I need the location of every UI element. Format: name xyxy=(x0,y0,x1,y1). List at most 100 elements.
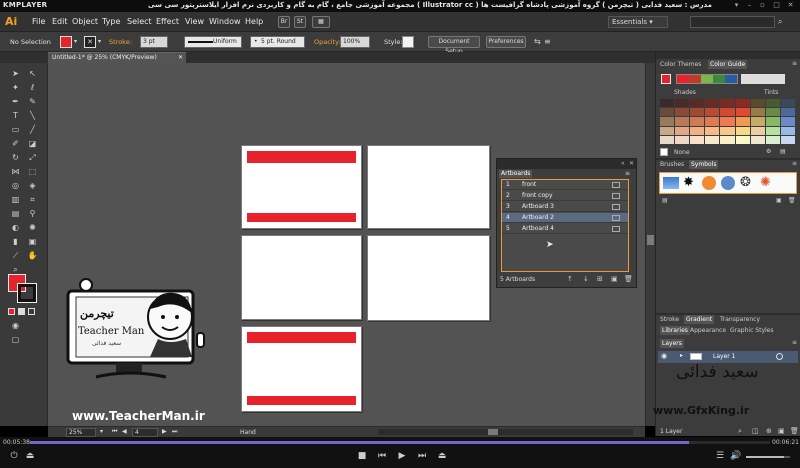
color-guide-swatch[interactable] xyxy=(780,135,795,144)
lasso-tool-icon[interactable]: ℓ xyxy=(27,83,38,93)
workspace-switcher[interactable]: Essentials ▾ xyxy=(608,16,668,28)
harmony-rules-dropdown[interactable] xyxy=(741,74,785,84)
menu-effect[interactable]: Effect xyxy=(156,17,179,26)
blend-tool-icon[interactable]: ◐ xyxy=(10,223,21,233)
color-guide-swatch[interactable] xyxy=(750,99,765,108)
artboard-row[interactable]: 5 Artboard 4 xyxy=(502,224,628,234)
chevron-down-icon[interactable]: ▾ xyxy=(74,38,77,45)
eraser-tool-icon[interactable]: ◪ xyxy=(27,139,38,149)
symbol-thumb[interactable]: ✺ xyxy=(760,175,771,190)
tab-stroke[interactable]: Stroke xyxy=(660,315,679,324)
close-icon[interactable]: ✕ xyxy=(786,1,795,10)
color-guide-swatch[interactable] xyxy=(690,126,705,135)
collapse-icon[interactable]: « xyxy=(621,160,625,167)
tab-transparency[interactable]: Transparency xyxy=(720,315,760,324)
seek-bar[interactable] xyxy=(30,441,770,444)
stroke-label[interactable]: Stroke: xyxy=(109,38,132,46)
draw-mode-icon[interactable]: ◉ xyxy=(10,321,21,331)
shape-builder-tool-icon[interactable]: ◎ xyxy=(10,181,21,191)
first-artboard-icon[interactable]: ⏮ xyxy=(112,428,117,436)
color-guide-swatch[interactable] xyxy=(750,126,765,135)
next-icon[interactable]: ⏭ xyxy=(416,451,428,461)
expand-icon[interactable]: ▸ xyxy=(680,352,683,359)
new-symbol-icon[interactable]: ▣ xyxy=(776,197,782,204)
color-guide-swatch[interactable] xyxy=(765,108,780,117)
tab-brushes[interactable]: Brushes xyxy=(660,160,684,169)
red-bar-bottom[interactable] xyxy=(247,213,356,222)
symbols-list[interactable]: ✸ ❂ ✺ xyxy=(659,172,797,194)
artboard-options-icon[interactable] xyxy=(612,204,620,210)
target-icon[interactable] xyxy=(776,353,783,360)
stock-button[interactable]: St xyxy=(294,16,306,28)
color-guide-swatch[interactable] xyxy=(675,99,690,108)
magic-wand-tool-icon[interactable]: ✦ xyxy=(10,83,21,93)
slice-tool-icon[interactable]: ⟋ xyxy=(10,251,21,261)
mesh-tool-icon[interactable]: ⌗ xyxy=(27,195,38,205)
eyedropper-tool-icon[interactable]: ⚲ xyxy=(27,209,38,219)
color-guide-swatch[interactable] xyxy=(675,108,690,117)
new-artboard-icon[interactable]: ▣ xyxy=(611,275,618,283)
color-guide-swatch[interactable] xyxy=(735,126,750,135)
clipping-mask-icon[interactable]: ◫ xyxy=(752,427,759,435)
menu-object[interactable]: Object xyxy=(72,17,98,26)
artboard-row-selected[interactable]: 4 Artboard 2 xyxy=(502,213,628,223)
panel-menu-icon[interactable]: ≡ xyxy=(625,170,630,177)
move-up-icon[interactable]: ↑ xyxy=(567,275,573,283)
artboard-options-icon[interactable] xyxy=(612,226,620,232)
eject-icon[interactable]: ⏏ xyxy=(436,451,448,461)
perspective-grid-tool-icon[interactable]: ▥ xyxy=(10,195,21,205)
document-tab[interactable]: Untitled-1* @ 25% (CMYK/Preview) ✕ xyxy=(48,52,186,63)
screen-mode-icon[interactable]: ▢ xyxy=(10,335,21,345)
zoom-field[interactable]: 25% xyxy=(66,428,96,437)
color-guide-swatch[interactable] xyxy=(690,117,705,126)
color-guide-swatch[interactable] xyxy=(720,126,735,135)
red-bar-bottom[interactable] xyxy=(247,396,356,405)
panel-menu-icon[interactable]: ≡ xyxy=(792,60,797,67)
color-guide-swatch[interactable] xyxy=(690,108,705,117)
tab-appearance[interactable]: Appearance xyxy=(690,326,726,335)
color-guide-swatch[interactable] xyxy=(720,99,735,108)
base-color-swatch[interactable] xyxy=(661,74,671,84)
tab-gradient[interactable]: Gradient xyxy=(684,315,715,324)
chevron-down-icon[interactable]: ▾ xyxy=(98,38,101,45)
color-guide-swatch[interactable] xyxy=(750,108,765,117)
rearrange-icon[interactable]: ⊞ xyxy=(597,275,603,283)
color-guide-swatch[interactable] xyxy=(660,135,675,144)
scroll-thumb[interactable] xyxy=(647,235,654,245)
panel-menu-icon[interactable]: ≡ xyxy=(792,339,797,346)
artboard-3[interactable] xyxy=(241,235,362,320)
rectangle-tool-icon[interactable]: ▭ xyxy=(10,125,21,135)
color-guide-swatch[interactable] xyxy=(690,135,705,144)
artboard-row[interactable]: 1 front xyxy=(502,180,628,190)
stroke-color-box[interactable] xyxy=(17,283,37,303)
artboard-tool-icon[interactable]: ▣ xyxy=(27,237,38,247)
menu-select[interactable]: Select xyxy=(127,17,152,26)
color-guide-swatch[interactable] xyxy=(720,117,735,126)
previous-icon[interactable]: ⏮ xyxy=(376,451,388,461)
artboard-navigation-field[interactable]: 4 xyxy=(132,428,158,437)
color-guide-swatch[interactable] xyxy=(690,99,705,108)
color-guide-swatch[interactable] xyxy=(675,135,690,144)
color-guide-swatch[interactable] xyxy=(750,117,765,126)
red-bar-top[interactable] xyxy=(247,332,356,343)
chevron-down-icon[interactable]: ▾ xyxy=(100,428,103,435)
open-file-icon[interactable]: ⏏ xyxy=(24,451,36,461)
search-input[interactable] xyxy=(690,16,775,28)
variable-width-profile[interactable]: Uniform xyxy=(184,36,242,48)
arrange-icon[interactable]: ⇆ xyxy=(534,37,541,46)
close-icon[interactable]: ✕ xyxy=(178,53,183,63)
pen-tool-icon[interactable]: ✒ xyxy=(10,97,21,107)
edit-colors-icon[interactable]: ⚙ xyxy=(766,148,771,155)
pencil-tool-icon[interactable]: ✐ xyxy=(10,139,21,149)
type-tool-icon[interactable]: T xyxy=(10,111,21,121)
selection-tool-icon[interactable]: ➤ xyxy=(10,69,21,79)
color-guide-swatch[interactable] xyxy=(780,99,795,108)
opacity-label[interactable]: Opacity: xyxy=(314,38,341,46)
symbol-libraries-icon[interactable]: ▤ xyxy=(662,197,668,204)
width-tool-icon[interactable]: ⋈ xyxy=(10,167,21,177)
swatch-library-icon[interactable]: ▤ xyxy=(780,148,786,155)
menu-view[interactable]: View xyxy=(185,17,204,26)
gradient-mode-icon[interactable] xyxy=(18,308,25,315)
rotate-tool-icon[interactable]: ↻ xyxy=(10,153,21,163)
hand-tool-icon[interactable]: ✋ xyxy=(27,251,38,261)
